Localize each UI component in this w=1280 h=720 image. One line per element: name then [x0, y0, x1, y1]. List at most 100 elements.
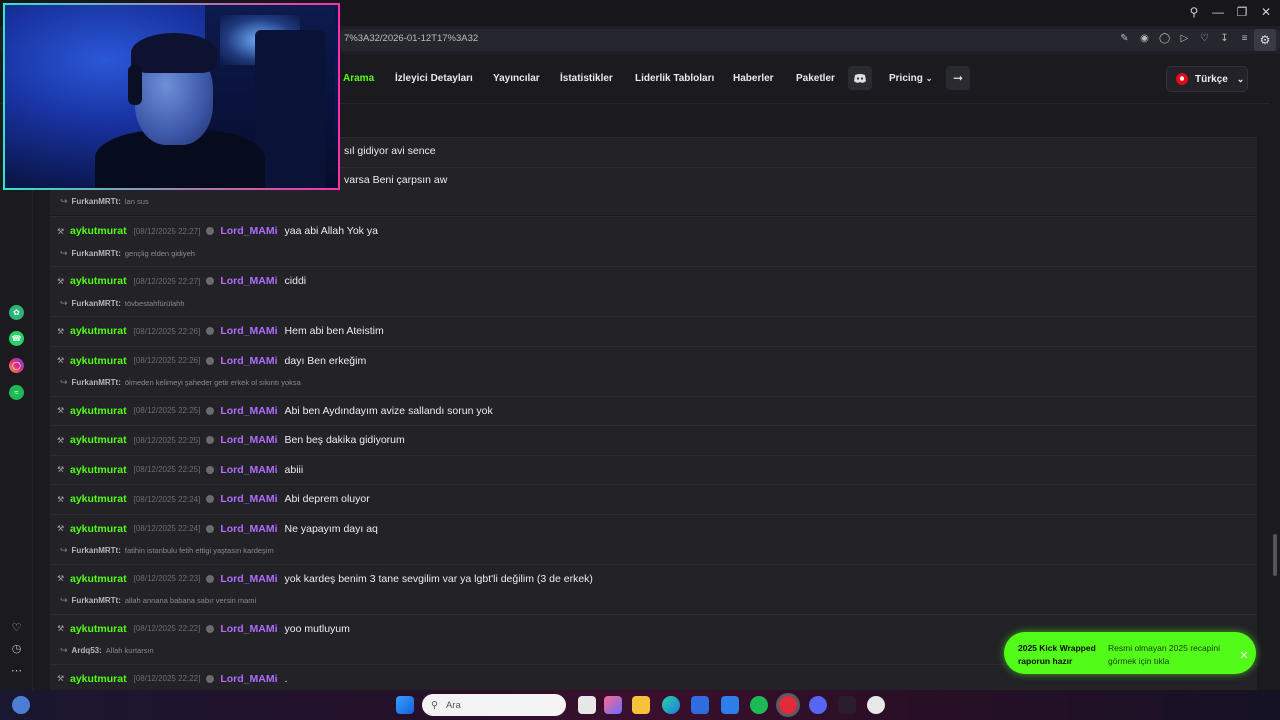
nav-pricing[interactable]: Pricing ⌄: [889, 73, 932, 84]
file-explorer-icon[interactable]: [632, 696, 650, 714]
sender-username[interactable]: aykutmurat: [70, 573, 127, 585]
chat-message-row: ⚒ aykutmurat [08/12/2025 22:25] Lord_MAMi Be…: [50, 425, 1257, 455]
sender-username[interactable]: aykutmurat: [70, 405, 127, 417]
nav-liderlik-tablolari[interactable]: Liderlik Tabloları: [635, 73, 714, 84]
sender-username[interactable]: aykutmurat: [70, 673, 127, 685]
channel-username[interactable]: Lord_MAMi: [220, 325, 277, 337]
sender-username[interactable]: aykutmurat: [70, 493, 127, 505]
store-icon[interactable]: [691, 696, 709, 714]
opera-gx-icon[interactable]: [779, 696, 797, 714]
sender-username[interactable]: aykutmurat: [70, 225, 127, 237]
scrollbar-thumb[interactable]: [1273, 534, 1277, 576]
pickaxe-icon: ⚒: [57, 326, 65, 336]
menu-icon[interactable]: ≡: [1239, 32, 1250, 46]
task-view-icon[interactable]: [578, 696, 596, 714]
close-icon[interactable]: ✕: [1238, 650, 1250, 662]
whatsapp-icon[interactable]: ☎: [9, 331, 24, 346]
nav-paketler[interactable]: Paketler: [796, 73, 835, 84]
message-text: Abi ben Aydındayım avize sallandı sorun …: [284, 404, 493, 417]
play-icon[interactable]: ▷: [1179, 32, 1190, 46]
channel-username[interactable]: Lord_MAMi: [220, 464, 277, 476]
message-text: abiii: [284, 463, 304, 476]
more-icon[interactable]: ⋯: [9, 664, 24, 679]
chat-message: ⚒ aykutmurat [08/12/2025 22:25] Lord_MAMi Be…: [57, 426, 405, 454]
spotify-icon[interactable]: ≈: [9, 385, 24, 400]
close-icon[interactable]: ✕: [1258, 4, 1274, 20]
message-timestamp: [08/12/2025 22:25]: [133, 435, 201, 445]
nav-izleyici-detaylari[interactable]: İzleyici Detayları: [395, 73, 473, 84]
channel-username[interactable]: Lord_MAMi: [220, 673, 277, 685]
channel-username[interactable]: Lord_MAMi: [220, 434, 277, 446]
discord-icon[interactable]: [809, 696, 827, 714]
edge-icon[interactable]: [662, 696, 680, 714]
edit-icon[interactable]: ✎: [1119, 32, 1130, 46]
channel-username[interactable]: Lord_MAMi: [220, 275, 277, 287]
reply-user: Ardq53:: [71, 646, 102, 655]
app-icon[interactable]: [838, 696, 856, 714]
sender-username[interactable]: aykutmurat: [70, 325, 127, 337]
download-icon[interactable]: ↧: [1219, 32, 1230, 46]
instagram-icon[interactable]: ◯: [9, 358, 24, 373]
copilot-icon[interactable]: [604, 696, 622, 714]
search-icon[interactable]: ⚲: [1186, 4, 1202, 20]
nav-yayincilar[interactable]: Yayıncılar: [493, 73, 540, 84]
channel-username[interactable]: Lord_MAMi: [220, 523, 277, 535]
pickaxe-icon: ⚒: [57, 674, 65, 683]
minimize-icon[interactable]: —: [1210, 4, 1226, 20]
nav-istatistikler[interactable]: İstatistikler: [560, 73, 613, 84]
sender-username[interactable]: aykutmurat: [70, 523, 127, 535]
heart-icon[interactable]: ♡: [9, 621, 24, 636]
pickaxe-icon: ⚒: [57, 494, 65, 504]
reply-text: allah annana babana sabır versin mami: [124, 596, 257, 605]
address-field[interactable]: 7%3A32/2026-01-12T17%3A32 ✎ ◉ ◯ ▷ ♡ ↧ ≡ …: [340, 29, 1280, 51]
mail-icon[interactable]: [721, 696, 739, 714]
pickaxe-icon: ⚒: [57, 574, 65, 583]
sender-username[interactable]: aykutmurat: [70, 623, 127, 635]
nav-haberler[interactable]: Haberler: [733, 73, 774, 84]
extension-icon[interactable]: ⚙: [1254, 29, 1276, 51]
channel-avatar: [206, 227, 215, 235]
chat-message-row: ⚒ aykutmurat [08/12/2025 22:23] Lord_MAMi yo…: [50, 563, 1257, 614]
channel-username[interactable]: Lord_MAMi: [220, 493, 277, 505]
shield-icon[interactable]: ◯: [1159, 32, 1170, 46]
spotify-icon[interactable]: [750, 696, 768, 714]
wrapped-toast[interactable]: 2025 Kick Wrapped raporun hazır Resmi ol…: [1004, 632, 1256, 674]
message-timestamp: [08/12/2025 22:24]: [133, 494, 201, 504]
camera-icon[interactable]: ◉: [1139, 32, 1150, 46]
login-icon[interactable]: ➞: [946, 66, 970, 90]
language-select[interactable]: Türkçe ⌄: [1166, 66, 1248, 92]
taskbar-search[interactable]: ⚲ Ara: [422, 694, 566, 716]
restore-icon[interactable]: ❐: [1234, 4, 1250, 20]
reply-context: ↪ FurkanMRTt: fatihin istanbulu fetih etti…: [60, 543, 274, 559]
message-timestamp: [08/12/2025 22:26]: [133, 326, 201, 336]
nav-arama[interactable]: Arama: [343, 73, 374, 84]
sender-username[interactable]: aykutmurat: [70, 464, 127, 476]
chat-message: ⚒ aykutmurat [08/12/2025 22:25] Lord_MAMi Ab…: [57, 397, 493, 425]
obs-icon[interactable]: [867, 696, 885, 714]
chat-message: ⚒ aykutmurat [08/12/2025 22:27] Lord_MAMi ya…: [57, 217, 378, 245]
sender-username[interactable]: aykutmurat: [70, 355, 127, 367]
weather-icon[interactable]: [12, 696, 30, 714]
chatgpt-icon[interactable]: ✿: [9, 305, 24, 320]
message-timestamp: [08/12/2025 22:26]: [133, 356, 201, 365]
heart-icon[interactable]: ♡: [1199, 32, 1210, 46]
history-icon[interactable]: ◷: [9, 642, 24, 657]
reply-text: Allah kurtarsın: [105, 646, 154, 655]
channel-username[interactable]: Lord_MAMi: [220, 225, 277, 237]
search-icon: ⚲: [431, 699, 438, 711]
channel-avatar: [206, 674, 215, 683]
channel-username[interactable]: Lord_MAMi: [220, 623, 277, 635]
message-timestamp: [08/12/2025 22:27]: [133, 276, 201, 286]
reply-user: FurkanMRTt:: [71, 248, 121, 258]
channel-username[interactable]: Lord_MAMi: [220, 405, 277, 417]
discord-icon[interactable]: [848, 66, 872, 90]
windows-start-icon[interactable]: [396, 696, 414, 714]
sender-username[interactable]: aykutmurat: [70, 434, 127, 446]
reply-arrow-icon: ↪: [60, 247, 68, 258]
sender-username[interactable]: aykutmurat: [70, 275, 127, 287]
scrollbar[interactable]: [1270, 54, 1280, 690]
reply-text: tövbestahfürülahh: [124, 298, 185, 308]
channel-username[interactable]: Lord_MAMi: [220, 355, 277, 367]
channel-username[interactable]: Lord_MAMi: [220, 573, 277, 585]
reply-user: FurkanMRTt:: [71, 298, 121, 308]
